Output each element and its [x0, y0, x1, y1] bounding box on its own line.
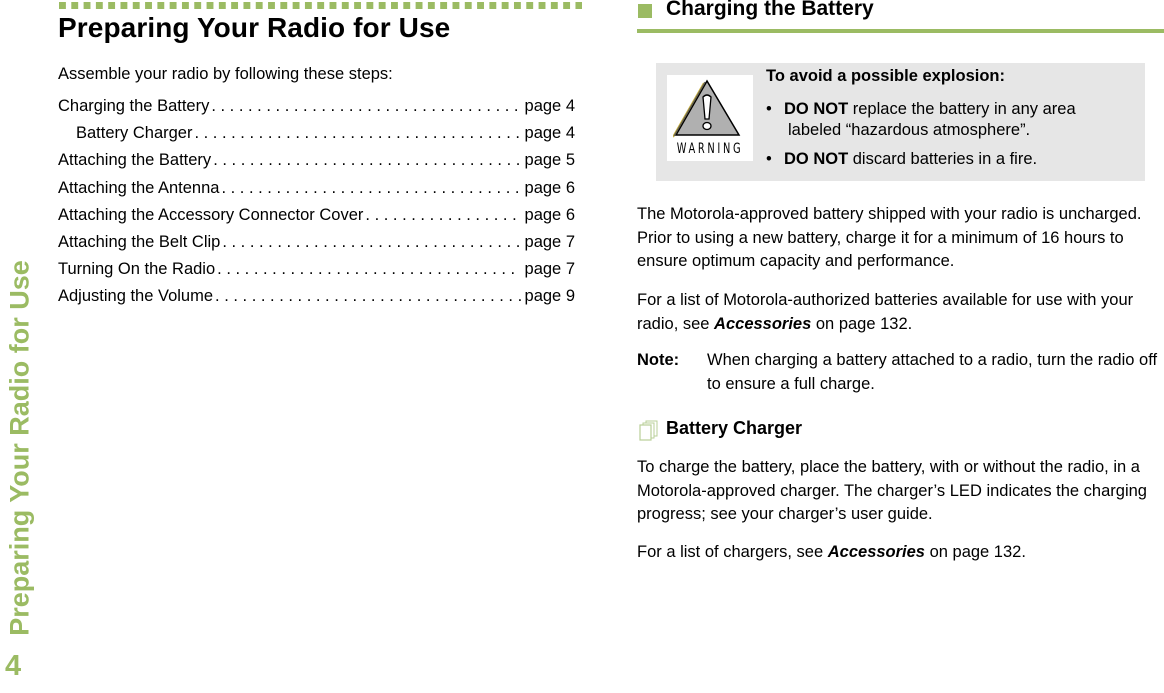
- paragraph-text: For a list of chargers, see: [637, 543, 828, 561]
- pages-icon: [639, 420, 659, 447]
- toc-entry[interactable]: Adjusting the Volume page 9: [58, 287, 575, 314]
- toc-entry[interactable]: Attaching the Accessory Connector Cover p…: [58, 206, 575, 233]
- paragraph-chargers-list: For a list of chargers, see Accessories …: [637, 541, 1164, 565]
- bullet: •: [766, 100, 772, 118]
- accessories-link[interactable]: Accessories: [714, 315, 811, 333]
- toc-entry[interactable]: Attaching the Battery page 5: [58, 151, 575, 178]
- toc-leader: [222, 233, 520, 252]
- toc-entry-page: page 7: [524, 232, 575, 251]
- note-text: When charging a battery attached to a ra…: [707, 351, 1158, 393]
- page-number: 4: [5, 650, 22, 682]
- toc-entry-page: page 5: [524, 151, 575, 170]
- toc-leader: [217, 260, 520, 279]
- paragraph-charge-instructions: To charge the battery, place the battery…: [637, 458, 1147, 523]
- paragraph-authorized-batteries: For a list of Motorola-authorized batter…: [637, 289, 1164, 336]
- toc-entry-label: Battery Charger: [76, 124, 193, 143]
- toc-entry[interactable]: Turning On the Radio page 7: [58, 260, 575, 287]
- toc-leader: [215, 287, 521, 306]
- bullet: •: [766, 150, 772, 168]
- paragraph-battery-shipped: The Motorola-approved battery shipped wi…: [637, 205, 1142, 270]
- toc-leader: [213, 151, 520, 170]
- toc-entry-label: Charging the Battery: [58, 97, 210, 115]
- section-title: Charging the Battery: [666, 0, 874, 20]
- warning-icon-label: WARNING: [676, 141, 744, 157]
- note: Note: When charging a battery attached t…: [637, 349, 1164, 396]
- section-marker-icon: [638, 4, 652, 18]
- paragraph-text: on page 132.: [925, 543, 1026, 561]
- chapter-title: Preparing Your Radio for Use: [58, 12, 451, 43]
- toc-entry-label: Turning On the Radio: [58, 260, 216, 279]
- toc-leader: [211, 97, 520, 116]
- side-tab-title-text: Preparing Your Radio for Use: [4, 260, 35, 636]
- toc-entry-label: Attaching the Accessory Connector Cover: [58, 205, 364, 224]
- side-tab-title: Preparing Your Radio for Use: [0, 0, 42, 693]
- toc-leader: [365, 206, 520, 225]
- toc-entry[interactable]: Charging the Battery page 4: [58, 97, 575, 124]
- toc-entry-label: Attaching the Antenna: [58, 178, 220, 197]
- warning-box: WARNING To avoid a possible explosion: •…: [656, 63, 1145, 181]
- toc-entry-page: page 4: [524, 97, 575, 115]
- toc-entry-label: Adjusting the Volume: [58, 287, 214, 306]
- toc-entry-label: Attaching the Belt Clip: [58, 232, 221, 251]
- warning-icon: WARNING: [667, 75, 753, 161]
- table-of-contents: Charging the Battery page 4 Battery Charg…: [58, 97, 575, 315]
- paragraph-text: on page 132.: [811, 314, 913, 333]
- dashed-rule: [59, 2, 582, 9]
- toc-entry-page: page 6: [524, 205, 575, 224]
- warning-item-bold: DO NOT: [784, 150, 849, 168]
- toc-entry[interactable]: Attaching the Belt Clip page 7: [58, 233, 575, 260]
- subsection-title: Battery Charger: [666, 418, 803, 438]
- warning-item-text: discard batteries in a fire.: [848, 150, 1038, 168]
- intro-text: Assemble your radio by following these s…: [58, 65, 393, 83]
- toc-entry-page: page 6: [524, 178, 575, 197]
- warning-item-bold: DO NOT: [784, 100, 849, 118]
- warning-item-text-continued: labeled “hazardous atmosphere”.: [788, 121, 1031, 139]
- toc-entry[interactable]: Attaching the Antenna page 6: [58, 179, 575, 206]
- toc-entry[interactable]: Battery Charger page 4: [58, 124, 575, 151]
- warning-heading: To avoid a possible explosion:: [766, 67, 1005, 85]
- warning-item-text: replace the battery in any area: [848, 100, 1076, 118]
- toc-entry-page: page 4: [524, 124, 575, 143]
- toc-entry-page: page 7: [524, 260, 575, 279]
- accessories-link[interactable]: Accessories: [828, 543, 925, 561]
- section-rule: [637, 29, 1164, 33]
- note-label: Note:: [637, 351, 680, 369]
- warning-item: • DO NOT discard batteries in a fire.: [766, 149, 1037, 170]
- warning-item: • DO NOT replace the battery in any area l…: [766, 99, 1076, 141]
- toc-leader: [221, 179, 520, 198]
- toc-leader: [194, 124, 520, 143]
- toc-entry-page: page 9: [524, 287, 575, 306]
- toc-entry-label: Attaching the Battery: [58, 151, 212, 170]
